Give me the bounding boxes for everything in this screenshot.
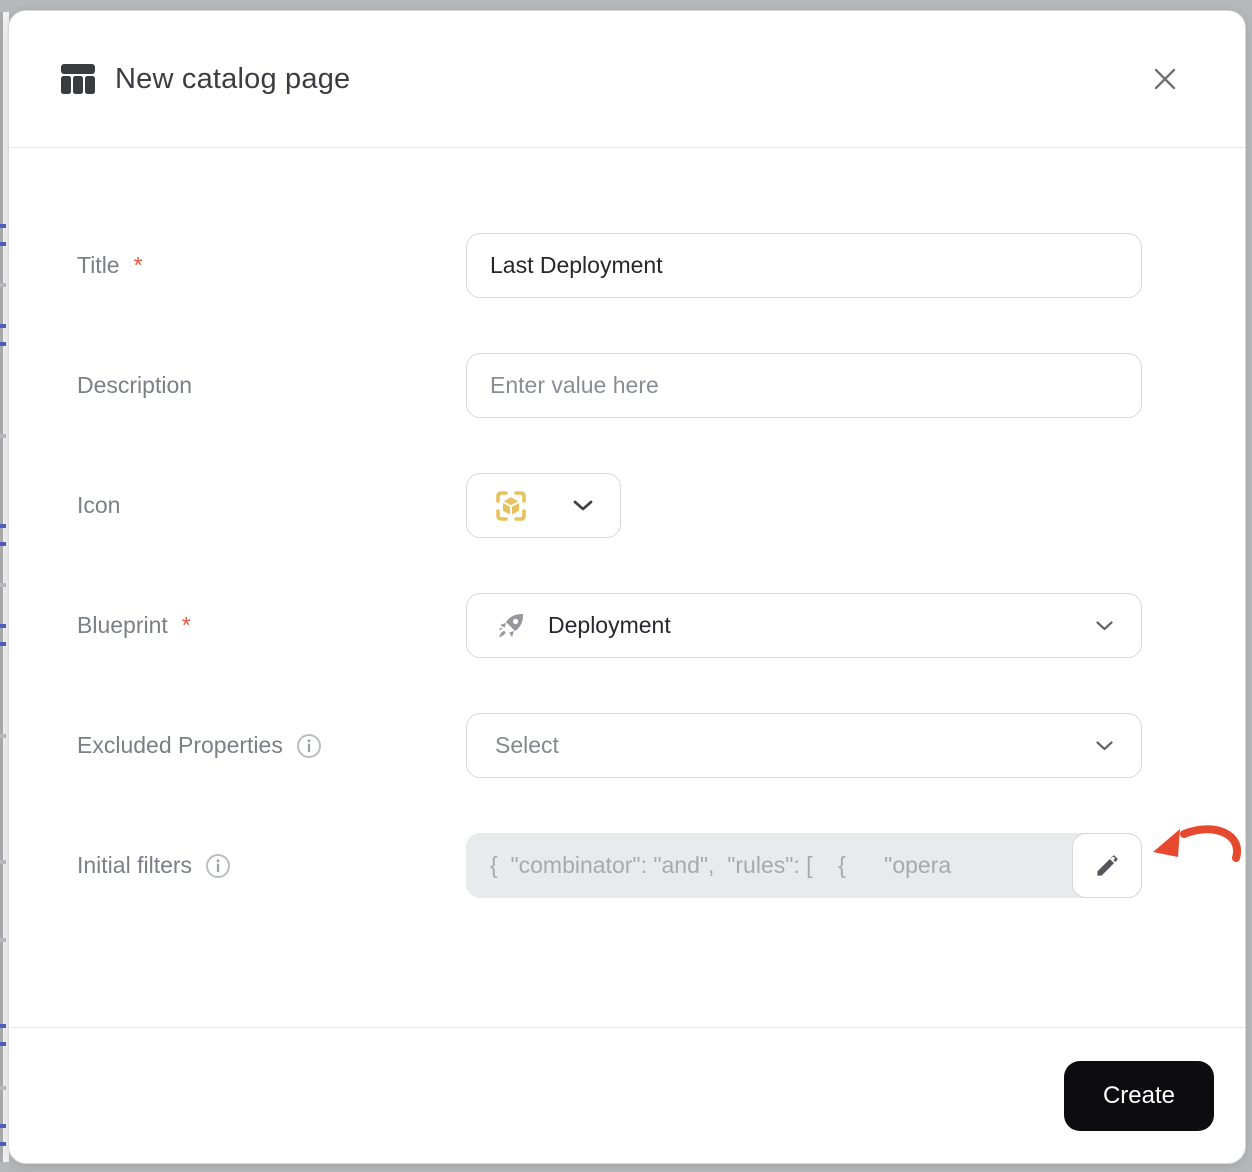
excluded-properties-select[interactable]: Select	[466, 713, 1142, 778]
dialog-title: New catalog page	[115, 62, 351, 95]
close-button[interactable]	[1143, 57, 1187, 101]
dialog-header: New catalog page	[9, 11, 1245, 147]
curved-red-arrow-annotation	[1153, 825, 1242, 862]
title-label: Title *	[77, 252, 143, 278]
excluded-properties-label: Excluded Properties	[77, 732, 466, 759]
blueprint-row: Blueprint * Deployment	[77, 593, 1142, 658]
chevron-down-icon	[573, 500, 593, 511]
description-label: Description	[77, 372, 193, 398]
initial-filters-input: { "combinator": "and", "rules": [ { "ope…	[466, 833, 1142, 898]
title-input[interactable]	[466, 233, 1142, 298]
initial-filters-label: Initial filters	[77, 852, 466, 879]
blueprint-select[interactable]: Deployment	[466, 593, 1142, 658]
table-columns-icon	[61, 64, 95, 94]
dialog-form: Title* Description Icon	[9, 148, 1245, 1027]
edit-filters-button[interactable]	[1072, 833, 1142, 898]
required-marker: *	[181, 612, 191, 638]
required-marker: *	[133, 252, 143, 278]
info-icon[interactable]	[296, 733, 322, 759]
icon-label: Icon	[77, 492, 121, 518]
create-button[interactable]: Create	[1064, 1060, 1214, 1131]
dialog-footer: Create	[9, 1028, 1245, 1163]
icon-picker-dropdown[interactable]	[466, 473, 621, 538]
chevron-down-icon	[1096, 740, 1113, 751]
blueprint-selected-value: Deployment	[548, 612, 671, 638]
chevron-down-icon	[1096, 620, 1113, 631]
close-icon	[1151, 65, 1179, 93]
rocket-icon	[495, 610, 527, 642]
icon-row: Icon	[77, 473, 1142, 538]
select-placeholder: Select	[495, 732, 559, 758]
excluded-properties-row: Excluded Properties Select	[77, 713, 1142, 778]
new-catalog-page-dialog: New catalog page Title* Description	[8, 10, 1246, 1164]
info-icon[interactable]	[205, 853, 231, 879]
blueprint-cube-icon	[494, 489, 528, 523]
title-row: Title *	[77, 233, 1142, 298]
initial-filters-row: Initial filters { "combinator": "and", "…	[77, 833, 1142, 898]
pencil-icon	[1094, 852, 1121, 879]
blueprint-label: Blueprint *	[77, 612, 191, 638]
description-row: Description	[77, 353, 1142, 418]
description-input[interactable]	[466, 353, 1142, 418]
